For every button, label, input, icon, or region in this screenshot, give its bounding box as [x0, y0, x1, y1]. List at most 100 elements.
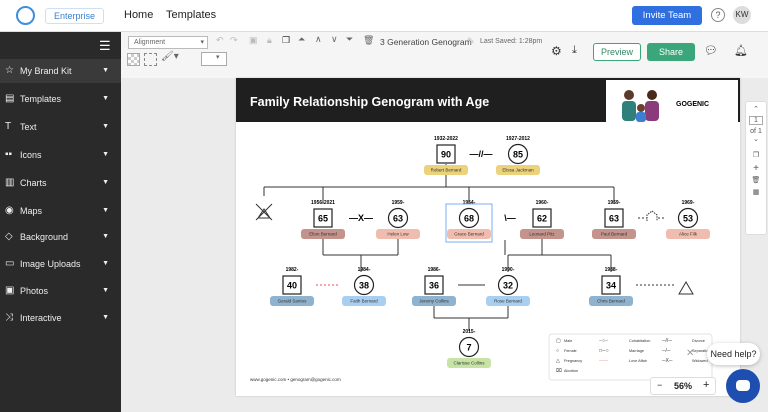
genogram: Family Relationship Genogram with Age GO… [236, 78, 740, 382]
bring-forward-icon[interactable]: ∧ [315, 34, 322, 45]
add-page-icon[interactable]: + [746, 163, 766, 174]
share-button[interactable]: Share [647, 43, 695, 61]
chevron-down-icon: ▼ [102, 151, 109, 158]
avatar[interactable]: KW [733, 6, 751, 24]
need-help-bubble[interactable]: Need help? [707, 343, 760, 365]
group-icon[interactable]: ▣ [249, 35, 258, 46]
person-node[interactable]: 1956-2021 65 Elton Bernard [301, 200, 345, 239]
edit-title-icon[interactable]: ✎ [467, 36, 475, 47]
footer-contact: www.gogenic.com • genogram@gogenic.com [250, 377, 341, 382]
notification-bell-icon[interactable]: 🔔︎ [734, 44, 748, 57]
zoom-in-button[interactable]: + [703, 379, 709, 391]
person-node[interactable]: 1969- 53 Alice Filk [666, 200, 710, 239]
birth-years: 1969- [682, 200, 695, 206]
legend-label: Male [564, 339, 572, 343]
nav-templates[interactable]: Templates [166, 9, 216, 21]
help-icon[interactable]: ? [711, 8, 725, 22]
duplicate-page-icon[interactable]: ❐ [746, 151, 766, 159]
legend-label: Love Affair [629, 359, 648, 363]
pregnancy-triangle-icon [678, 281, 694, 295]
chevron-down-icon: ▼ [102, 287, 109, 294]
person-node[interactable]: 1990- 32 Rose Bernard [486, 267, 530, 306]
sidebar-item-templates[interactable]: ▤ Templates ▼ [0, 87, 121, 111]
comment-icon[interactable]: 💬︎ [704, 44, 718, 57]
age: 65 [318, 214, 328, 224]
chat-button[interactable] [726, 369, 760, 403]
close-help-icon[interactable]: ✕ [686, 348, 694, 359]
legend-symbol-icon: ○ [556, 348, 559, 354]
send-backward-icon[interactable]: ∨ [331, 34, 338, 45]
person-node[interactable]: 1959- 63 Paul Bernard [592, 200, 636, 239]
logo-icon[interactable] [16, 6, 35, 25]
legend-symbol-icon: ▢ [556, 338, 561, 344]
format-painter-icon[interactable]: 🖌︎▾ [161, 51, 179, 62]
person-node[interactable]: 1927-2012 85 Elissa Jackman [496, 136, 540, 175]
person-node[interactable]: 1932-2022 90 Robert Bernard [424, 136, 468, 175]
age: 38 [359, 281, 369, 291]
menu-icon[interactable]: ☰ [99, 38, 111, 54]
sidebar-item-icons[interactable]: ▪▪ Icons ▼ [0, 143, 121, 167]
zoom-out-button[interactable]: − [657, 380, 662, 390]
sidebar-item-my-brand-kit[interactable]: ☆ My Brand Kit ▼ [0, 59, 121, 83]
person-node[interactable]: 1960- 62 Leonard Pitz [520, 200, 564, 239]
person-node[interactable]: 1984- 38 Faith Bernard [342, 267, 386, 306]
person-name: Alice Filk [679, 232, 698, 237]
page-number-input[interactable]: 1 [749, 116, 763, 125]
birth-years: 1927-2012 [506, 136, 530, 142]
preview-button[interactable]: Preview [593, 43, 641, 61]
sidebar-item-charts[interactable]: ▥ Charts ▼ [0, 171, 121, 195]
copy-icon[interactable]: ❐ [282, 35, 290, 46]
sidebar-item-photos[interactable]: ▣ Photos ▼ [0, 279, 121, 303]
delete-page-icon[interactable]: 🗑︎ [746, 176, 766, 184]
relation-divorce: —//— [469, 149, 492, 159]
top-bar: Enterprise Home Templates Invite Team ? … [0, 0, 768, 32]
person-name: Leonard Pitz [529, 232, 555, 237]
person-node[interactable]: 2015- 7 Clarisse Collins [447, 329, 491, 368]
border-icon[interactable] [144, 53, 157, 66]
age: 68 [464, 214, 474, 224]
scroll-up-icon[interactable]: ⌃ [746, 105, 766, 113]
sidebar-item-image-uploads[interactable]: ▭ Image Uploads ▼ [0, 252, 121, 276]
person-node[interactable]: 1988- 34 Chris Bernard [589, 267, 633, 306]
chevron-down-icon: ▼ [102, 233, 109, 240]
scroll-down-icon[interactable]: ⌄ [746, 135, 766, 143]
canvas-page[interactable]: Family Relationship Genogram with Age GO… [236, 78, 740, 396]
sidebar-item-interactive[interactable]: ⤨ Interactive ▼ [0, 306, 121, 330]
sidebar-item-text[interactable]: T Text ▼ [0, 115, 121, 139]
undo-icon[interactable]: ↶ [216, 35, 224, 46]
birth-years: 1984- [358, 267, 371, 273]
person-node[interactable]: 1959- 63 Helen Low [376, 200, 420, 239]
legend-label: Abortion [564, 369, 578, 373]
download-icon[interactable]: ⤓ [572, 44, 577, 57]
sidebar-item-maps[interactable]: ◉ Maps ▼ [0, 199, 121, 223]
document-title[interactable]: 3 Generation Genogram [380, 37, 472, 47]
age: 63 [393, 214, 403, 224]
zoom-level[interactable]: 56% [674, 381, 692, 391]
delete-icon[interactable]: 🗑︎ [363, 35, 374, 46]
person-name: Faith Bernard [350, 299, 378, 304]
person-node[interactable]: 1986- 36 Jeremy Collins [412, 267, 456, 306]
lock-icon[interactable]: 🔒︎ [267, 35, 272, 46]
sidebar-item-background[interactable]: ◇ Background ▼ [0, 225, 121, 249]
grid-icon[interactable]: ▦ [746, 188, 766, 196]
legend-label: Female [564, 349, 577, 353]
age: 40 [287, 281, 297, 291]
chat-icon [736, 380, 750, 391]
redo-icon[interactable]: ↷ [230, 35, 238, 46]
shape-select[interactable]: ▾ [201, 52, 227, 66]
bring-front-icon[interactable]: ⏶ [298, 34, 305, 45]
invite-team-button[interactable]: Invite Team [632, 6, 702, 25]
settings-icon[interactable]: ⚙ [551, 44, 562, 58]
send-back-icon[interactable]: ⏷ [346, 34, 353, 45]
person-node[interactable]: 1982- 40 Gerald Santos [270, 267, 314, 306]
background-icon: ◇ [5, 231, 13, 242]
person-name: Robert Bernard [431, 168, 462, 173]
legend-symbol-icon: □─○ [599, 348, 609, 354]
sidebar-item-label: Background [20, 232, 69, 242]
nav-home[interactable]: Home [124, 9, 153, 21]
legend-symbol-icon: ┈○┈ [599, 338, 608, 344]
transparency-icon[interactable] [127, 53, 140, 66]
legend-label: Pregnancy [564, 359, 582, 363]
alignment-select[interactable]: Alignment ▾ [128, 36, 208, 49]
person-node[interactable]: 1954- 68 Grace Bernard [447, 200, 491, 239]
